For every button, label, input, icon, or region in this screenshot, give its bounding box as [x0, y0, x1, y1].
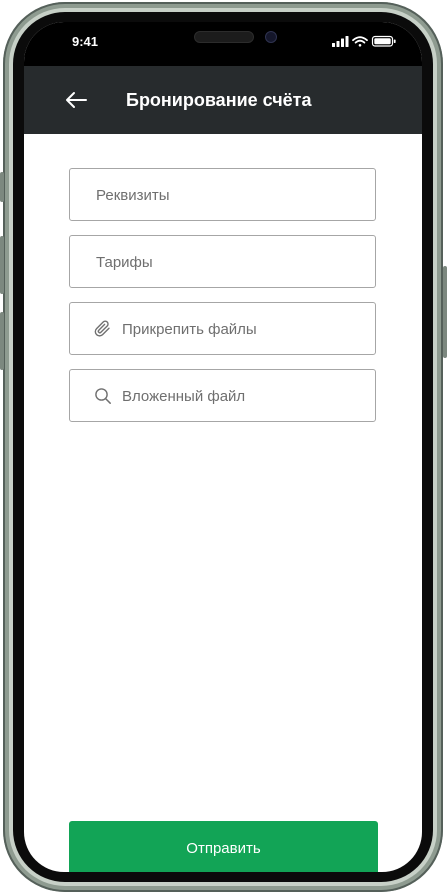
status-icons	[332, 35, 396, 47]
requisites-placeholder: Реквизиты	[96, 187, 170, 204]
power-button	[443, 266, 447, 358]
page-title: Бронирование счёта	[126, 90, 312, 110]
attach-files-field[interactable]: Прикрепить файлы	[69, 302, 376, 355]
wifi-icon	[352, 36, 368, 47]
submit-button[interactable]: Отправить	[69, 821, 378, 872]
attach-files-placeholder: Прикрепить файлы	[122, 321, 257, 338]
phone-device: 9:41 Бронирование счёта Реквизиты Тарифы…	[0, 0, 448, 894]
requisites-field[interactable]: Реквизиты	[69, 168, 376, 221]
mute-switch	[0, 172, 4, 202]
tariffs-field[interactable]: Тарифы	[69, 235, 376, 288]
signal-icon	[332, 36, 349, 47]
front-camera	[265, 31, 277, 43]
paperclip-icon	[94, 320, 110, 337]
app-screen: 9:41 Бронирование счёта Реквизиты Тарифы…	[24, 22, 422, 872]
arrow-left-icon[interactable]	[64, 90, 88, 110]
battery-icon	[371, 35, 396, 47]
tariffs-placeholder: Тарифы	[96, 254, 153, 271]
search-icon	[95, 388, 111, 404]
volume-up-button	[0, 236, 4, 294]
app-bar: Бронирование счёта	[24, 66, 422, 134]
volume-down-button	[0, 312, 4, 370]
submit-button-label: Отправить	[186, 840, 261, 857]
attached-file-field[interactable]: Вложенный файл	[69, 369, 376, 422]
status-bar: 9:41	[24, 22, 422, 66]
attached-file-placeholder: Вложенный файл	[122, 388, 246, 405]
speaker-notch	[194, 31, 254, 43]
status-time: 9:41	[72, 34, 99, 49]
